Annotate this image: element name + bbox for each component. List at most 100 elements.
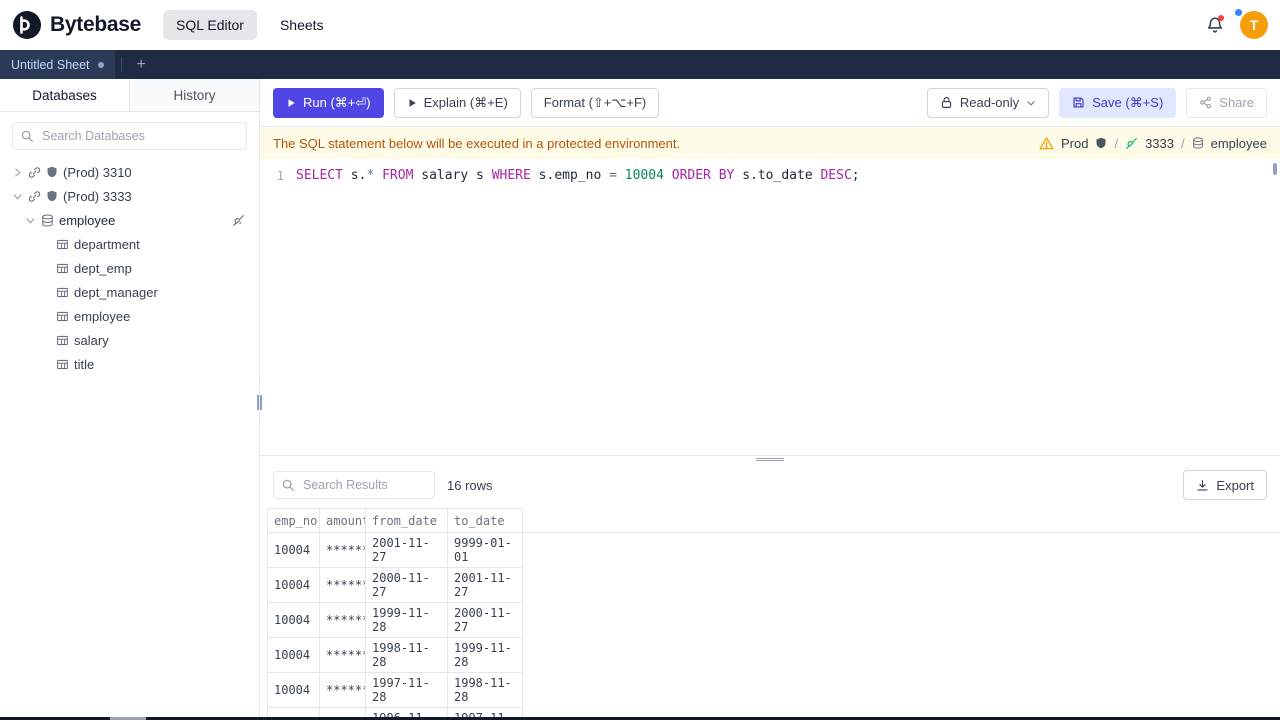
sheet-tab-untitled[interactable]: Untitled Sheet <box>0 50 115 79</box>
table-cell: ****** <box>319 637 366 673</box>
sql-editor[interactable]: 1 SELECT s.* FROM salary s WHERE s.emp_n… <box>260 159 1280 455</box>
table-icon <box>56 310 69 323</box>
panel-splitter[interactable] <box>260 455 1280 462</box>
table-label: salary <box>74 332 109 348</box>
table-icon <box>56 358 69 371</box>
save-button[interactable]: Save (⌘+S) <box>1059 87 1177 118</box>
sidebar-resize-handle[interactable] <box>257 395 262 410</box>
avatar[interactable]: T <box>1235 9 1268 39</box>
banner-message: The SQL statement below will be executed… <box>273 135 681 151</box>
brand[interactable]: Bytebase <box>12 10 141 40</box>
breadcrumb-separator: / <box>1114 135 1119 151</box>
shield-icon <box>1095 137 1107 149</box>
environment-shield-icon <box>46 166 58 178</box>
lock-icon <box>941 97 951 108</box>
table-cell: 1998-11-28 <box>365 637 448 673</box>
tab-history[interactable]: History <box>129 79 259 111</box>
tree-table-dept_manager[interactable]: dept_manager <box>0 280 259 304</box>
table-cell: ****** <box>319 532 366 568</box>
run-button[interactable]: Run (⌘+⏎) <box>273 87 384 118</box>
readonly-mode-button[interactable]: Read-only <box>926 87 1050 118</box>
database-tree: (Prod) 3310 (Prod) 3333 employee departm… <box>0 158 259 720</box>
tree-table-dept_emp[interactable]: dept_emp <box>0 256 259 280</box>
table-row[interactable]: 10004 ****** 2001-11-27 9999-01-01 <box>267 532 1280 568</box>
table-label: title <box>74 356 95 372</box>
column-header-amount: amount <box>319 508 366 533</box>
breadcrumb-separator: / <box>1181 135 1185 151</box>
save-icon <box>1073 97 1084 108</box>
nav-sheets[interactable]: Sheets <box>267 10 337 40</box>
connect-icon[interactable] <box>232 214 245 227</box>
column-header-from-date: from_date <box>365 508 448 533</box>
top-bar: Bytebase SQL Editor Sheets T <box>0 0 1280 50</box>
add-sheet-button[interactable]: + <box>128 50 155 79</box>
column-header-emp-no: emp_no <box>267 508 320 533</box>
splitter-handle-icon <box>756 457 784 461</box>
code-line: 1 SELECT s.* FROM salary s WHERE s.emp_n… <box>260 166 1280 186</box>
table-row[interactable]: 10004 ****** 1997-11-28 1998-11-28 <box>267 672 1280 708</box>
results-tbody: 10004 ****** 2001-11-27 9999-01-01 10004 ****… <box>267 532 1280 720</box>
chevron-down-icon <box>12 191 23 202</box>
editor-scrollbar[interactable] <box>1273 163 1277 175</box>
row-filler <box>523 673 1280 708</box>
explain-button[interactable]: Explain (⌘+E) <box>393 87 521 118</box>
top-nav: SQL Editor Sheets <box>162 10 337 40</box>
environment-shield-icon <box>46 190 58 202</box>
instance-label[interactable]: 3333 <box>1145 136 1174 151</box>
table-row[interactable]: 10004 ****** 1999-11-28 2000-11-27 <box>267 602 1280 638</box>
row-filler <box>523 533 1280 568</box>
row-filler <box>523 568 1280 603</box>
tree-table-salary[interactable]: salary <box>0 328 259 352</box>
tab-databases[interactable]: Databases <box>0 79 129 111</box>
database-label[interactable]: employee <box>1211 136 1267 151</box>
chevron-down-icon <box>1027 100 1035 106</box>
table-cell: ****** <box>319 602 366 638</box>
row-filler <box>523 603 1280 638</box>
results-table: emp_no amount from_date to_date 10004 ***… <box>267 508 1280 720</box>
instance-link-icon <box>1125 137 1138 150</box>
main-area: Databases History (Prod) 3310 <box>0 79 1280 720</box>
tree-table-title[interactable]: title <box>0 352 259 376</box>
table-cell: 1998-11-28 <box>447 672 523 708</box>
brand-name: Bytebase <box>50 13 141 36</box>
search-icon <box>20 129 34 143</box>
table-icon <box>56 334 69 347</box>
table-cell: 2000-11-27 <box>365 567 448 603</box>
tree-database-employee[interactable]: employee <box>0 208 259 232</box>
search-databases-input[interactable] <box>12 122 247 150</box>
sidebar-tabs: Databases History <box>0 79 259 112</box>
table-row[interactable]: 10004 ****** 1998-11-28 1999-11-28 <box>267 637 1280 673</box>
nav-sql-editor[interactable]: SQL Editor <box>162 10 257 40</box>
results-search <box>273 471 435 499</box>
share-button[interactable]: Share <box>1186 87 1267 118</box>
table-cell: ****** <box>319 672 366 708</box>
table-cell: 10004 <box>267 567 320 603</box>
tree-instance-3333[interactable]: (Prod) 3333 <box>0 184 259 208</box>
table-row[interactable]: 10004 ****** 2000-11-27 2001-11-27 <box>267 567 1280 603</box>
connection-icon <box>28 190 41 203</box>
tree-table-department[interactable]: department <box>0 232 259 256</box>
table-cell: 2000-11-27 <box>447 602 523 638</box>
header-filler <box>522 508 1280 533</box>
database-icon <box>41 213 54 227</box>
table-cell: 10004 <box>267 672 320 708</box>
line-number: 1 <box>276 169 284 183</box>
environment-label[interactable]: Prod <box>1061 136 1088 151</box>
search-results-input[interactable] <box>273 471 435 499</box>
table-icon <box>56 286 69 299</box>
sheet-tab-label: Untitled Sheet <box>11 57 90 72</box>
chevron-right-icon <box>12 167 23 178</box>
column-header-to-date: to_date <box>447 508 523 533</box>
sidebar: Databases History (Prod) 3310 <box>0 79 262 720</box>
format-button[interactable]: Format (⇧+⌥+F) <box>530 87 660 118</box>
sql-code: SELECT s.* FROM salary s WHERE s.emp_no … <box>296 168 860 183</box>
row-count: 16 rows <box>447 477 493 493</box>
table-label: department <box>74 236 140 252</box>
results-panel: 16 rows Export emp_no amount from_dat <box>260 462 1280 720</box>
notification-bell-icon[interactable] <box>1206 15 1224 34</box>
tree-table-employee[interactable]: employee <box>0 304 259 328</box>
table-cell: 10004 <box>267 637 320 673</box>
tree-instance-3310[interactable]: (Prod) 3310 <box>0 160 259 184</box>
header-row: emp_no amount from_date to_date <box>267 508 1280 533</box>
export-button[interactable]: Export <box>1183 470 1267 500</box>
